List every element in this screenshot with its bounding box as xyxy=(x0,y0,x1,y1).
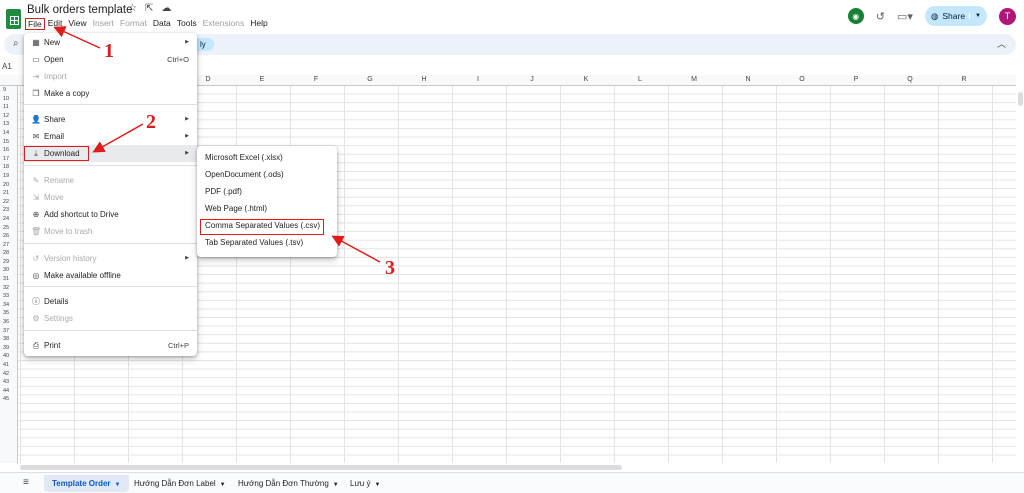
arrow-3 xyxy=(331,235,381,263)
annotation-2: 2 xyxy=(146,111,156,133)
arrow-1 xyxy=(53,26,101,49)
annotation-arrows xyxy=(53,26,381,263)
annotation-1: 1 xyxy=(104,40,114,62)
arrow-2 xyxy=(92,123,144,153)
annotation-3: 3 xyxy=(385,257,395,279)
